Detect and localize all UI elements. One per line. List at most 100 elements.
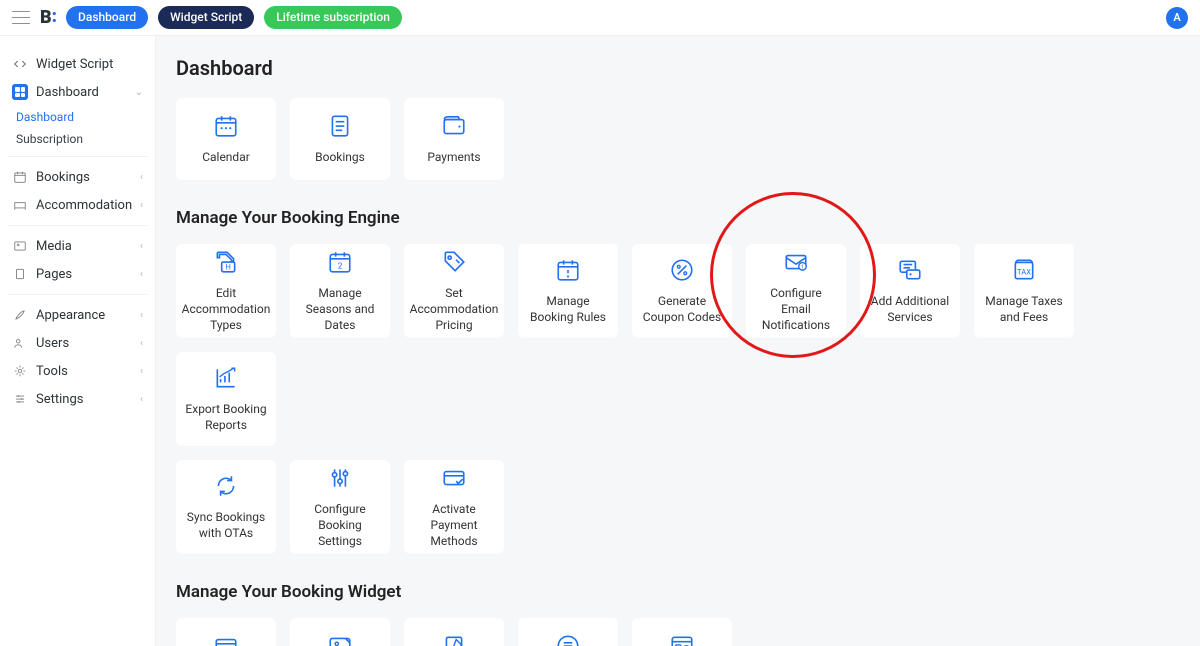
card-edit-file[interactable]: Edit Pages	[404, 618, 504, 646]
card-label: Add Additional Services	[868, 293, 952, 325]
card-label: Export Booking Reports	[184, 401, 268, 433]
page-title: Dashboard	[176, 56, 1180, 80]
pill-dashboard[interactable]: Dashboard	[66, 6, 148, 28]
card-cal-excl[interactable]: Manage Booking Rules	[518, 244, 618, 338]
card-label: Bookings	[315, 149, 365, 165]
card-customize[interactable]: Customize	[632, 618, 732, 646]
sidebar-subitem-subscription[interactable]: Subscription	[6, 128, 149, 150]
card-label: Manage Booking Rules	[526, 293, 610, 325]
sidebar-item-label: Settings	[36, 392, 83, 407]
card-sliders[interactable]: Configure Booking Settings	[290, 460, 390, 554]
grid-icon	[12, 84, 28, 100]
sliders-icon	[327, 465, 353, 491]
card-check-icon	[441, 465, 467, 491]
card-label: Payments	[427, 149, 480, 165]
sidebar-item-bookings[interactable]: Bookings ‹	[6, 163, 149, 191]
sidebar-item-label: Users	[36, 336, 69, 351]
sidebar-item-tools[interactable]: Tools ‹	[6, 357, 149, 385]
chart-icon	[213, 365, 239, 391]
chevron-left-icon: ‹	[140, 172, 143, 183]
chevron-left-icon: ‹	[140, 366, 143, 377]
card-percent[interactable]: Generate Coupon Codes	[632, 244, 732, 338]
sidebar-item-settings[interactable]: Settings ‹	[6, 385, 149, 413]
sidebar-item-label: Widget Script	[36, 57, 113, 72]
card-label: Sync Bookings with OTAs	[184, 509, 268, 541]
sidebar-item-appearance[interactable]: Appearance ‹	[6, 301, 149, 329]
card-menu-circle[interactable]: Edit Menus	[518, 618, 618, 646]
code-icon	[12, 56, 28, 72]
card-calendar-day[interactable]: Manage Seasons and Dates	[290, 244, 390, 338]
mail-icon	[783, 249, 809, 275]
calendar-day-icon	[327, 249, 353, 275]
sidebar-divider	[8, 156, 147, 157]
gear-icon	[12, 363, 28, 379]
sidebar-item-dashboard[interactable]: Dashboard ⌄	[6, 78, 149, 106]
users-icon	[12, 335, 28, 351]
card-file[interactable]: Bookings	[290, 98, 390, 180]
chevron-left-icon: ‹	[140, 310, 143, 321]
topbar-left: B: Dashboard Widget Script Lifetime subs…	[12, 6, 402, 28]
sidebar-item-label: Pages	[36, 267, 72, 282]
sidebar-divider	[8, 294, 147, 295]
sidebar-item-label: Tools	[36, 364, 68, 379]
ticket-icon	[897, 257, 923, 283]
card-tag[interactable]: Set Accommodation Pricing	[404, 244, 504, 338]
card-label: Generate Coupon Codes	[640, 293, 724, 325]
sidebar-subitem-dashboard[interactable]: Dashboard	[6, 106, 149, 128]
card-house[interactable]: Edit Accommodation Types	[176, 244, 276, 338]
card-tax[interactable]: Manage Taxes and Fees	[974, 244, 1074, 338]
sidebar-item-accommodation[interactable]: Accommodation ‹	[6, 191, 149, 219]
calendar-icon	[213, 113, 239, 139]
card-calendar[interactable]: Calendar	[176, 98, 276, 180]
sidebar-divider	[8, 225, 147, 226]
hamburger-menu-icon[interactable]	[12, 8, 30, 26]
widget-cards-row: Settings Add Photos Edit Pages Edit Menus Cu…	[176, 618, 1180, 646]
brand-logo[interactable]: B:	[40, 7, 56, 28]
house-icon	[213, 249, 239, 275]
sidebar-item-users[interactable]: Users ‹	[6, 329, 149, 357]
brush-icon	[12, 307, 28, 323]
chevron-left-icon: ‹	[140, 200, 143, 211]
card-credit[interactable]: Settings	[176, 618, 276, 646]
card-label: Calendar	[202, 149, 250, 165]
tag-icon	[441, 249, 467, 275]
user-avatar[interactable]: A	[1166, 7, 1188, 29]
card-chart[interactable]: Export Booking Reports	[176, 352, 276, 446]
chevron-left-icon: ‹	[140, 269, 143, 280]
chevron-left-icon: ‹	[140, 241, 143, 252]
edit-file-icon	[441, 633, 467, 646]
cal-excl-icon	[555, 257, 581, 283]
brand-accent: :	[52, 8, 56, 26]
calendar-icon	[12, 169, 28, 185]
sidebar: Widget Script Dashboard ⌄ Dashboard Subs…	[0, 36, 156, 646]
sync-icon	[213, 473, 239, 499]
photo-icon	[327, 633, 353, 646]
card-label: Activate Payment Methods	[412, 501, 496, 550]
credit-icon	[213, 633, 239, 646]
dashboard-cards-row: Calendar Bookings Payments	[176, 98, 1180, 180]
card-mail[interactable]: Configure Email Notifications	[746, 244, 846, 338]
pill-widget-script[interactable]: Widget Script	[158, 6, 254, 28]
card-ticket[interactable]: Add Additional Services	[860, 244, 960, 338]
sidebar-item-label: Bookings	[36, 170, 90, 185]
sidebar-item-pages[interactable]: Pages ‹	[6, 260, 149, 288]
card-photo[interactable]: Add Photos	[290, 618, 390, 646]
card-label: Configure Email Notifications	[754, 285, 838, 334]
sidebar-item-label: Dashboard	[36, 85, 99, 100]
image-icon	[12, 238, 28, 254]
main-content: Dashboard Calendar Bookings Payments Manag…	[156, 36, 1200, 646]
bed-icon	[12, 197, 28, 213]
sliders-icon	[12, 391, 28, 407]
card-wallet[interactable]: Payments	[404, 98, 504, 180]
card-sync[interactable]: Sync Bookings with OTAs	[176, 460, 276, 554]
sidebar-item-label: Appearance	[36, 308, 105, 323]
sidebar-item-widget-script[interactable]: Widget Script	[6, 50, 149, 78]
tax-icon	[1011, 257, 1037, 283]
sidebar-item-media[interactable]: Media ‹	[6, 232, 149, 260]
card-label: Manage Seasons and Dates	[298, 285, 382, 334]
pill-lifetime-subscription[interactable]: Lifetime subscription	[264, 6, 402, 28]
menu-circle-icon	[555, 633, 581, 646]
topbar: B: Dashboard Widget Script Lifetime subs…	[0, 0, 1200, 36]
card-label: Edit Accommodation Types	[182, 285, 271, 334]
card-card-check[interactable]: Activate Payment Methods	[404, 460, 504, 554]
